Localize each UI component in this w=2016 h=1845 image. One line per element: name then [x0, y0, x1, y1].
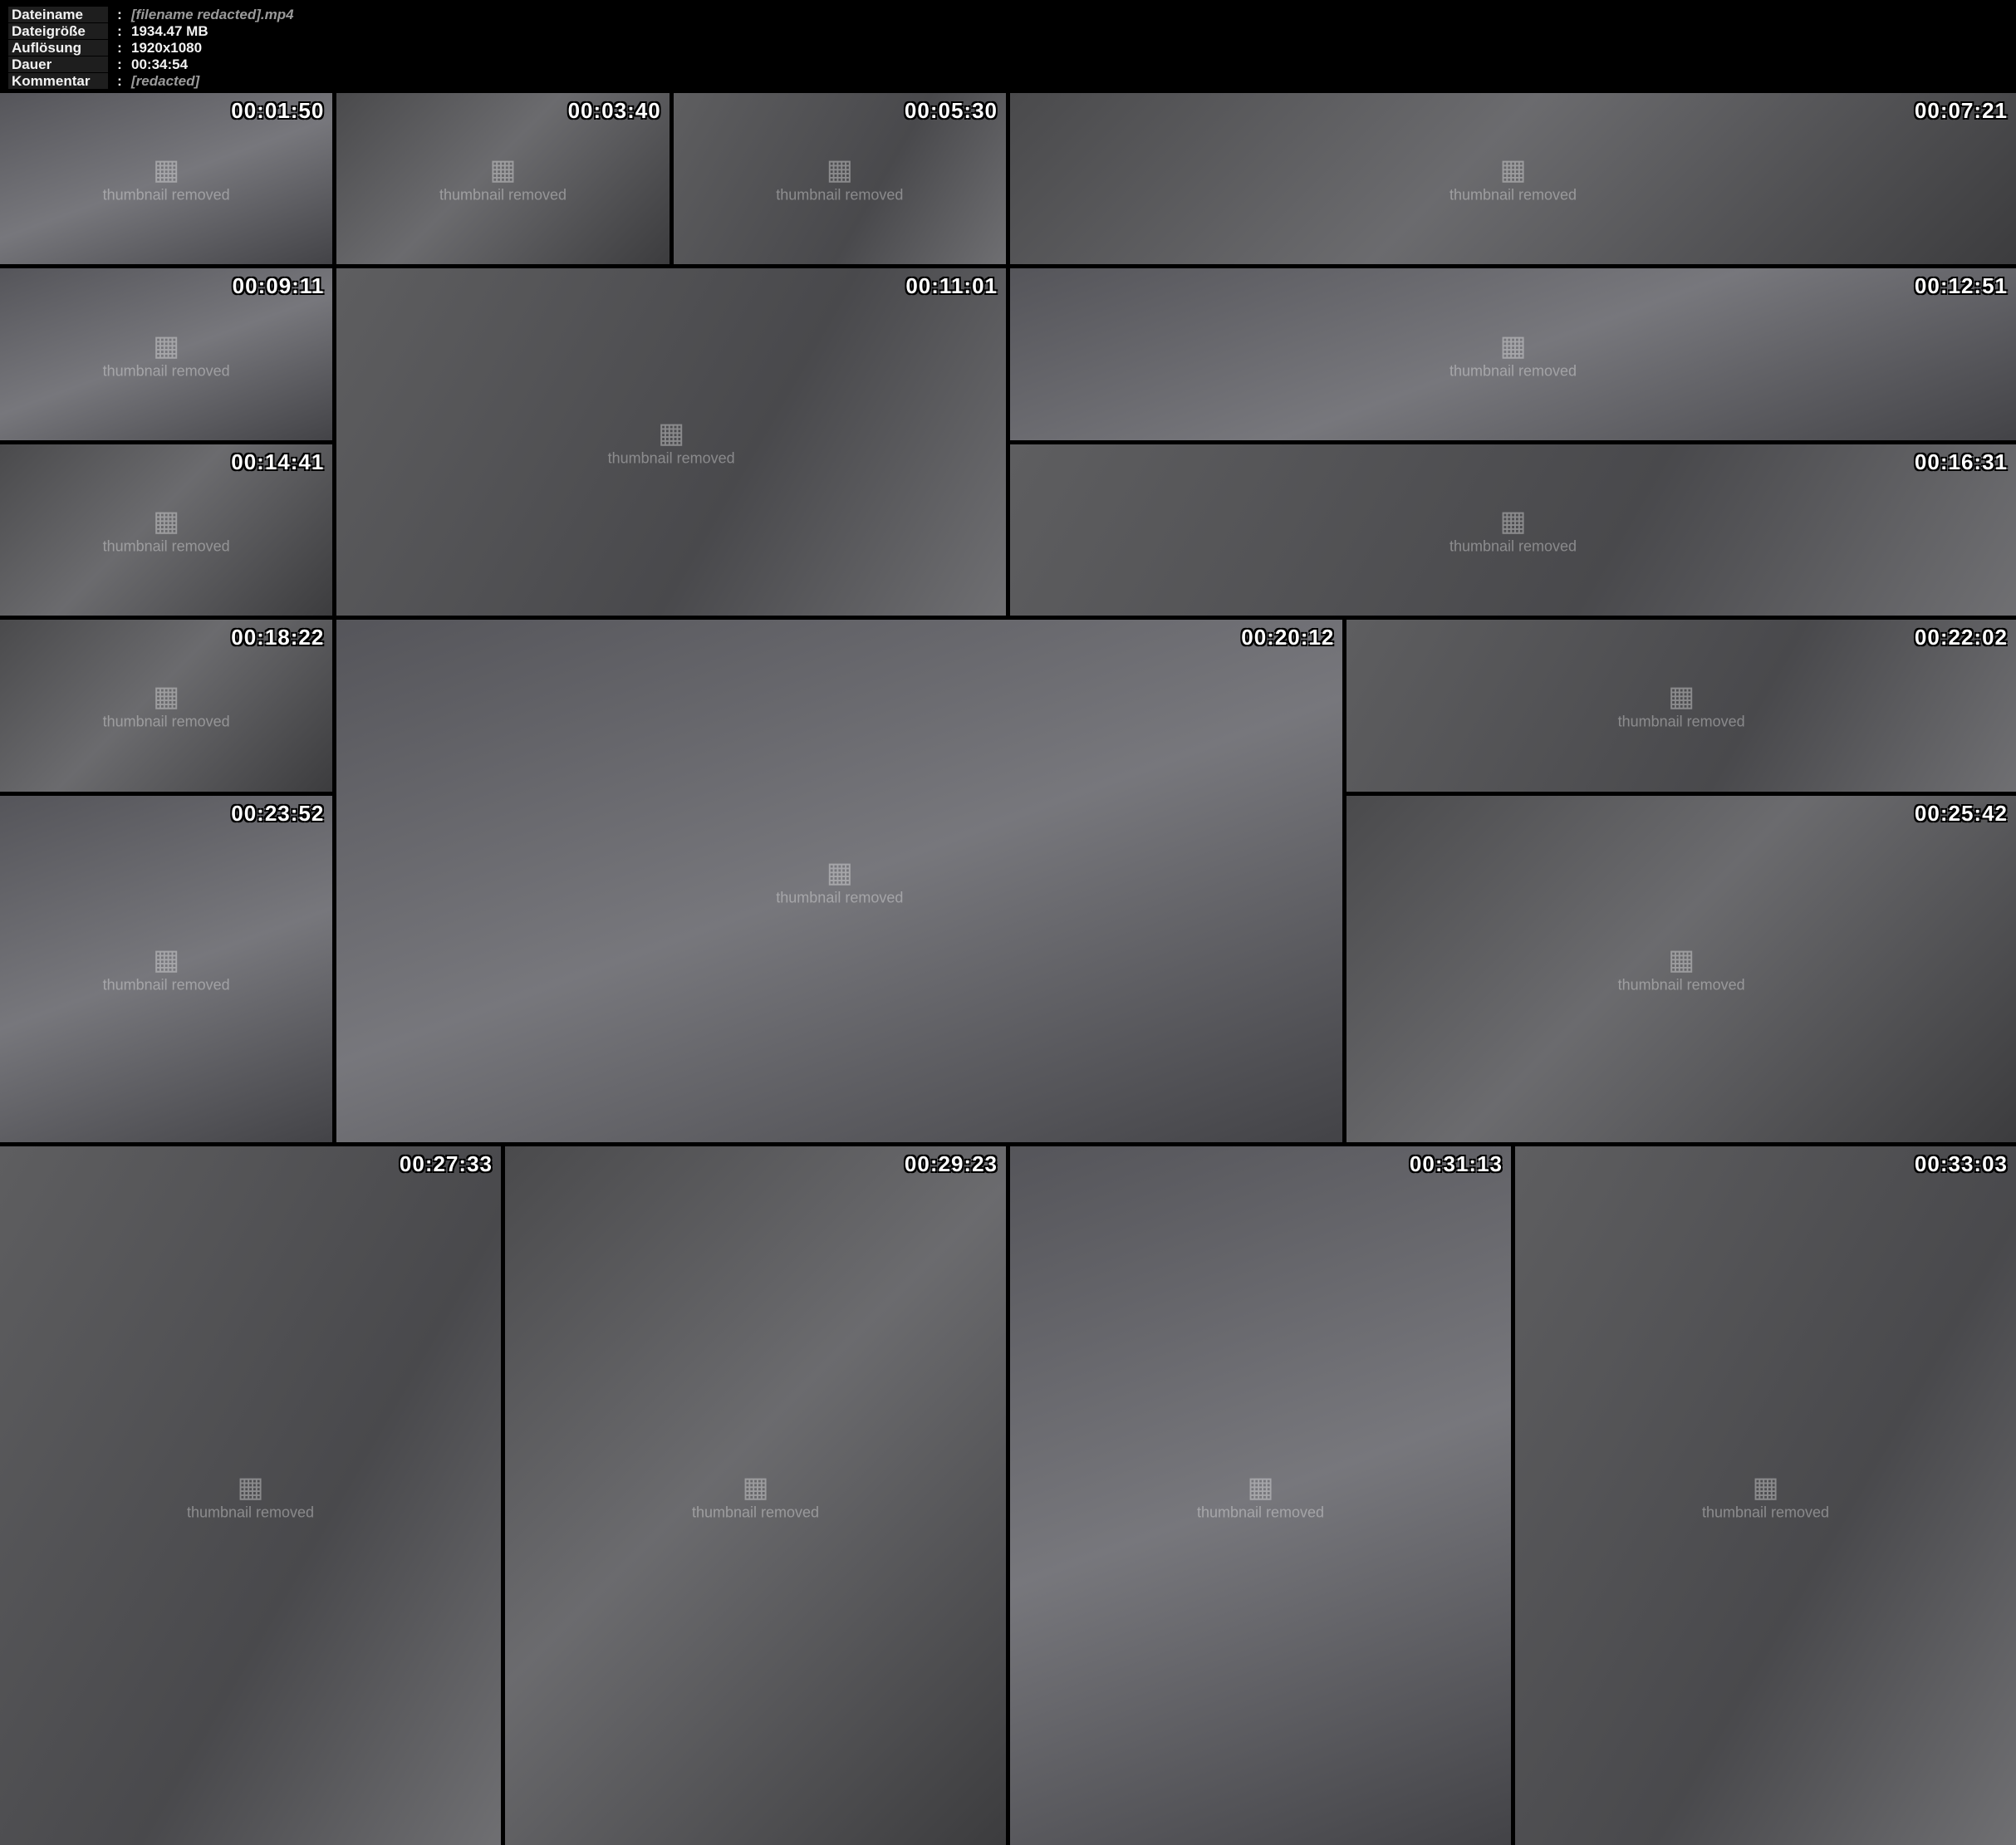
timestamp-overlay: 00:05:30 [905, 98, 998, 124]
thumbnail-placeholder[interactable]: 00:22:02 ▦thumbnail removed [1346, 620, 2016, 791]
image-icon: ▦ [1449, 504, 1577, 537]
thumbnail-placeholder[interactable]: 00:29:23 ▦thumbnail removed [505, 1146, 1006, 1845]
timestamp-overlay: 00:01:50 [231, 98, 324, 124]
image-icon: ▦ [776, 856, 903, 889]
timestamp-overlay: 00:18:22 [231, 625, 324, 650]
image-icon: ▦ [1702, 1470, 1829, 1504]
placeholder-note: ▦thumbnail removed [103, 154, 230, 204]
timestamp-overlay: 00:12:51 [1915, 273, 2008, 299]
placeholder-note: ▦thumbnail removed [103, 329, 230, 380]
image-icon: ▦ [776, 154, 903, 187]
meta-value-duration: 00:34:54 [131, 56, 188, 72]
placeholder-note: ▦thumbnail removed [439, 154, 567, 204]
meta-colon: : [108, 56, 131, 72]
timestamp-overlay: 00:16:31 [1915, 449, 2008, 475]
thumbnail-placeholder[interactable]: 00:18:22 ▦thumbnail removed [0, 620, 332, 791]
thumbnail-placeholder[interactable]: 00:33:03 ▦thumbnail removed [1515, 1146, 2016, 1845]
timestamp-overlay: 00:03:40 [568, 98, 661, 124]
meta-row-filename: Dateiname : [filename redacted].mp4 [8, 7, 2008, 22]
timestamp-overlay: 00:20:12 [1241, 625, 1334, 650]
thumbnail-placeholder[interactable]: 00:12:51 ▦thumbnail removed [1010, 268, 2016, 439]
image-icon: ▦ [1197, 1470, 1324, 1504]
placeholder-note: ▦thumbnail removed [776, 154, 903, 204]
placeholder-note: ▦thumbnail removed [103, 680, 230, 731]
timestamp-overlay: 00:09:11 [233, 273, 325, 299]
thumbnail-placeholder[interactable]: 00:20:12 ▦thumbnail removed [336, 620, 1342, 1142]
meta-value-comment: [redacted] [131, 73, 199, 89]
meta-row-comment: Kommentar : [redacted] [8, 73, 2008, 89]
placeholder-note: ▦thumbnail removed [1449, 154, 1577, 204]
meta-value-resolution: 1920x1080 [131, 40, 202, 56]
metadata-header: Dateiname : [filename redacted].mp4 Date… [0, 0, 2016, 93]
placeholder-note: ▦thumbnail removed [1449, 504, 1577, 555]
meta-label: Dateiname [8, 7, 108, 22]
placeholder-note: ▦thumbnail removed [1197, 1470, 1324, 1521]
placeholder-note: ▦thumbnail removed [776, 856, 903, 906]
placeholder-note: ▦thumbnail removed [103, 944, 230, 994]
placeholder-note: ▦thumbnail removed [1618, 680, 1745, 731]
image-icon: ▦ [1618, 680, 1745, 714]
placeholder-note: ▦thumbnail removed [692, 1470, 819, 1521]
meta-label: Dateigröße [8, 23, 108, 39]
image-icon: ▦ [187, 1470, 314, 1504]
thumbnail-placeholder[interactable]: 00:05:30 ▦thumbnail removed [674, 93, 1006, 264]
image-icon: ▦ [1449, 329, 1577, 362]
timestamp-overlay: 00:29:23 [905, 1151, 998, 1177]
timestamp-overlay: 00:33:03 [1915, 1151, 2008, 1177]
thumbnail-placeholder[interactable]: 00:31:13 ▦thumbnail removed [1010, 1146, 1511, 1845]
thumbnail-placeholder[interactable]: 00:03:40 ▦thumbnail removed [336, 93, 669, 264]
placeholder-note: ▦thumbnail removed [103, 504, 230, 555]
timestamp-overlay: 00:23:52 [231, 801, 324, 827]
image-icon: ▦ [608, 417, 735, 450]
meta-label: Kommentar [8, 73, 108, 89]
timestamp-overlay: 00:27:33 [400, 1151, 493, 1177]
image-icon: ▦ [103, 329, 230, 362]
thumbnail-placeholder[interactable]: 00:14:41 ▦thumbnail removed [0, 444, 332, 616]
meta-row-duration: Dauer : 00:34:54 [8, 56, 2008, 72]
placeholder-note: ▦thumbnail removed [1618, 944, 1745, 994]
image-icon: ▦ [103, 944, 230, 977]
meta-colon: : [108, 73, 131, 89]
meta-value-filesize: 1934.47 MB [131, 23, 208, 39]
image-icon: ▦ [103, 504, 230, 537]
thumbnail-placeholder[interactable]: 00:23:52 ▦thumbnail removed [0, 796, 332, 1143]
meta-row-filesize: Dateigröße : 1934.47 MB [8, 23, 2008, 39]
meta-row-resolution: Auflösung : 1920x1080 [8, 40, 2008, 56]
thumbnail-placeholder[interactable]: 00:25:42 ▦thumbnail removed [1346, 796, 2016, 1143]
meta-label: Dauer [8, 56, 108, 72]
thumbnail-placeholder[interactable]: 00:01:50 ▦thumbnail removed [0, 93, 332, 264]
thumbnail-placeholder[interactable]: 00:07:21 ▦thumbnail removed [1010, 93, 2016, 264]
timestamp-overlay: 00:07:21 [1915, 98, 2008, 124]
thumbnail-placeholder[interactable]: 00:09:11 ▦thumbnail removed [0, 268, 332, 439]
thumbnail-placeholder[interactable]: 00:11:01 ▦thumbnail removed [336, 268, 1006, 616]
image-icon: ▦ [1449, 154, 1577, 187]
timestamp-overlay: 00:31:13 [1410, 1151, 1503, 1177]
image-icon: ▦ [692, 1470, 819, 1504]
timestamp-overlay: 00:22:02 [1915, 625, 2008, 650]
timestamp-overlay: 00:25:42 [1915, 801, 2008, 827]
thumbnail-placeholder[interactable]: 00:27:33 ▦thumbnail removed [0, 1146, 501, 1845]
placeholder-note: ▦thumbnail removed [608, 417, 735, 468]
timestamp-overlay: 00:11:01 [905, 273, 998, 299]
image-icon: ▦ [103, 154, 230, 187]
meta-value-filename: [filename redacted].mp4 [131, 7, 294, 22]
placeholder-note: ▦thumbnail removed [187, 1470, 314, 1521]
placeholder-note: ▦thumbnail removed [1449, 329, 1577, 380]
meta-colon: : [108, 23, 131, 39]
image-icon: ▦ [1618, 944, 1745, 977]
image-icon: ▦ [439, 154, 567, 187]
thumbnail-placeholder[interactable]: 00:16:31 ▦thumbnail removed [1010, 444, 2016, 616]
meta-colon: : [108, 7, 131, 22]
meta-colon: : [108, 40, 131, 56]
placeholder-note: ▦thumbnail removed [1702, 1470, 1829, 1521]
timestamp-overlay: 00:14:41 [231, 449, 324, 475]
image-icon: ▦ [103, 680, 230, 714]
meta-label: Auflösung [8, 40, 108, 56]
thumbnail-contact-sheet: 00:01:50 ▦thumbnail removed 00:03:40 ▦thum… [0, 93, 2016, 1845]
